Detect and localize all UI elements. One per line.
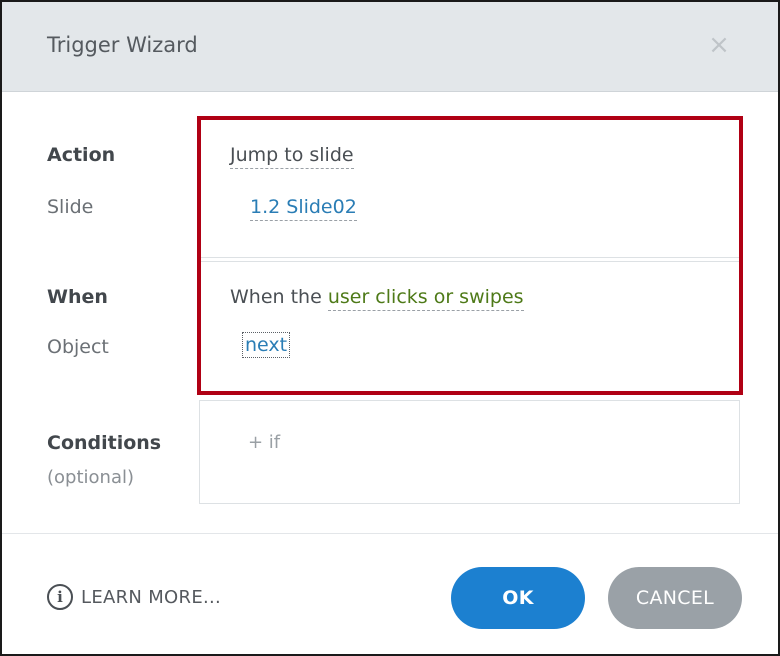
close-icon[interactable]: ×	[704, 30, 734, 60]
action-panel	[199, 118, 740, 258]
learn-more-link[interactable]: i LEARN MORE...	[47, 584, 221, 610]
object-label: Object	[47, 336, 109, 358]
dialog-title: Trigger Wizard	[47, 33, 198, 57]
when-sentence: When the user clicks or swipes	[230, 286, 524, 311]
when-prefix: When the	[230, 286, 328, 308]
footer-divider	[2, 533, 778, 534]
conditions-optional-label: (optional)	[47, 467, 134, 488]
event-link[interactable]: user clicks or swipes	[327, 286, 524, 311]
dialog-header: Trigger Wizard ×	[2, 2, 778, 92]
conditions-label: Conditions	[47, 432, 162, 454]
cancel-button[interactable]: CANCEL	[608, 567, 742, 629]
ok-button[interactable]: OK	[451, 567, 585, 629]
object-link[interactable]: next	[242, 332, 291, 358]
slide-value[interactable]: 1.2 Slide02	[250, 196, 357, 221]
action-dropdown[interactable]: Jump to slide	[230, 144, 354, 169]
learn-more-label: LEARN MORE...	[81, 586, 222, 608]
info-icon: i	[47, 584, 73, 610]
when-panel	[199, 261, 740, 393]
slide-link[interactable]: 1.2 Slide02	[250, 196, 357, 221]
when-label: When	[47, 286, 108, 308]
action-value[interactable]: Jump to slide	[230, 144, 354, 169]
slide-label: Slide	[47, 196, 94, 218]
trigger-wizard-dialog: Trigger Wizard × Action Slide When Objec…	[0, 0, 780, 656]
action-label: Action	[47, 144, 116, 166]
add-condition-button[interactable]: + if	[248, 432, 280, 453]
